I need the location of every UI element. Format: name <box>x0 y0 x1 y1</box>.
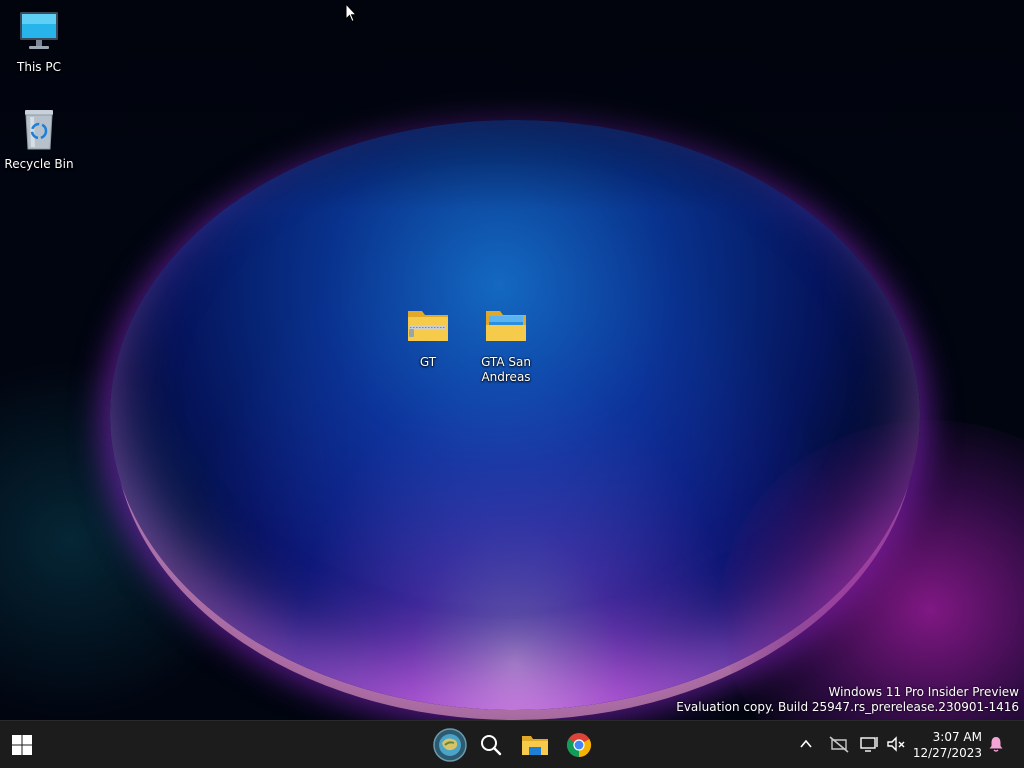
desktop-icon-recycle-bin[interactable]: Recycle Bin <box>1 107 77 172</box>
zip-folder-icon <box>408 311 448 341</box>
windows-logo-icon <box>12 735 32 755</box>
tray-network-button[interactable] <box>828 733 850 755</box>
tray-overflow-button[interactable] <box>795 733 817 755</box>
file-explorer-icon <box>522 736 548 755</box>
start-button[interactable] <box>2 725 42 765</box>
desktop-icon-label: This PC <box>17 60 61 74</box>
taskbar-chrome-button[interactable] <box>559 725 599 765</box>
desktop-icon-label: Recycle Bin <box>4 157 74 171</box>
chevron-up-icon <box>800 739 812 748</box>
clock-time: 3:07 AM <box>932 730 982 744</box>
notification-center-button[interactable] <box>985 733 1007 755</box>
mouse-cursor-icon <box>345 3 357 23</box>
tray-volume-button[interactable] <box>885 733 907 755</box>
evaluation-watermark: Windows 11 Pro Insider Preview Evaluatio… <box>676 685 1019 715</box>
network-off-icon <box>829 736 849 753</box>
taskbar: 3:07 AM 12/27/2023 <box>0 720 1024 768</box>
tray-display-button[interactable] <box>858 733 880 755</box>
folder-icon <box>486 311 526 341</box>
desktop-icon-gt[interactable]: GT <box>390 305 466 370</box>
display-icon <box>860 737 878 752</box>
taskbar-clock[interactable]: 3:07 AM 12/27/2023 <box>913 729 982 761</box>
taskbar-search-button[interactable] <box>471 725 511 765</box>
desktop[interactable]: This PC Recycle Bin GT GTA San Andreas W… <box>0 0 1024 720</box>
taskbar-widgets-button[interactable] <box>430 725 470 765</box>
desktop-icon-label: GT <box>419 355 437 369</box>
watermark-build: Evaluation copy. Build 25947.rs_prerelea… <box>676 700 1019 714</box>
speaker-muted-icon <box>887 736 905 752</box>
search-icon <box>481 735 502 756</box>
desktop-icon-label: GTA San Andreas <box>481 355 531 384</box>
clock-date: 12/27/2023 <box>912 746 982 760</box>
taskbar-file-explorer-button[interactable] <box>515 725 555 765</box>
chrome-icon <box>566 733 592 757</box>
recycle-bin-icon <box>25 110 53 150</box>
desktop-icon-this-pc[interactable]: This PC <box>1 10 77 75</box>
desktop-icon-gta-san-andreas[interactable]: GTA San Andreas <box>468 305 544 385</box>
wallpaper-shade <box>0 0 1024 210</box>
notification-bell-icon <box>989 737 1003 752</box>
widgets-globe-icon <box>433 728 467 762</box>
this-pc-icon <box>20 12 58 49</box>
watermark-edition: Windows 11 Pro Insider Preview <box>828 685 1019 699</box>
